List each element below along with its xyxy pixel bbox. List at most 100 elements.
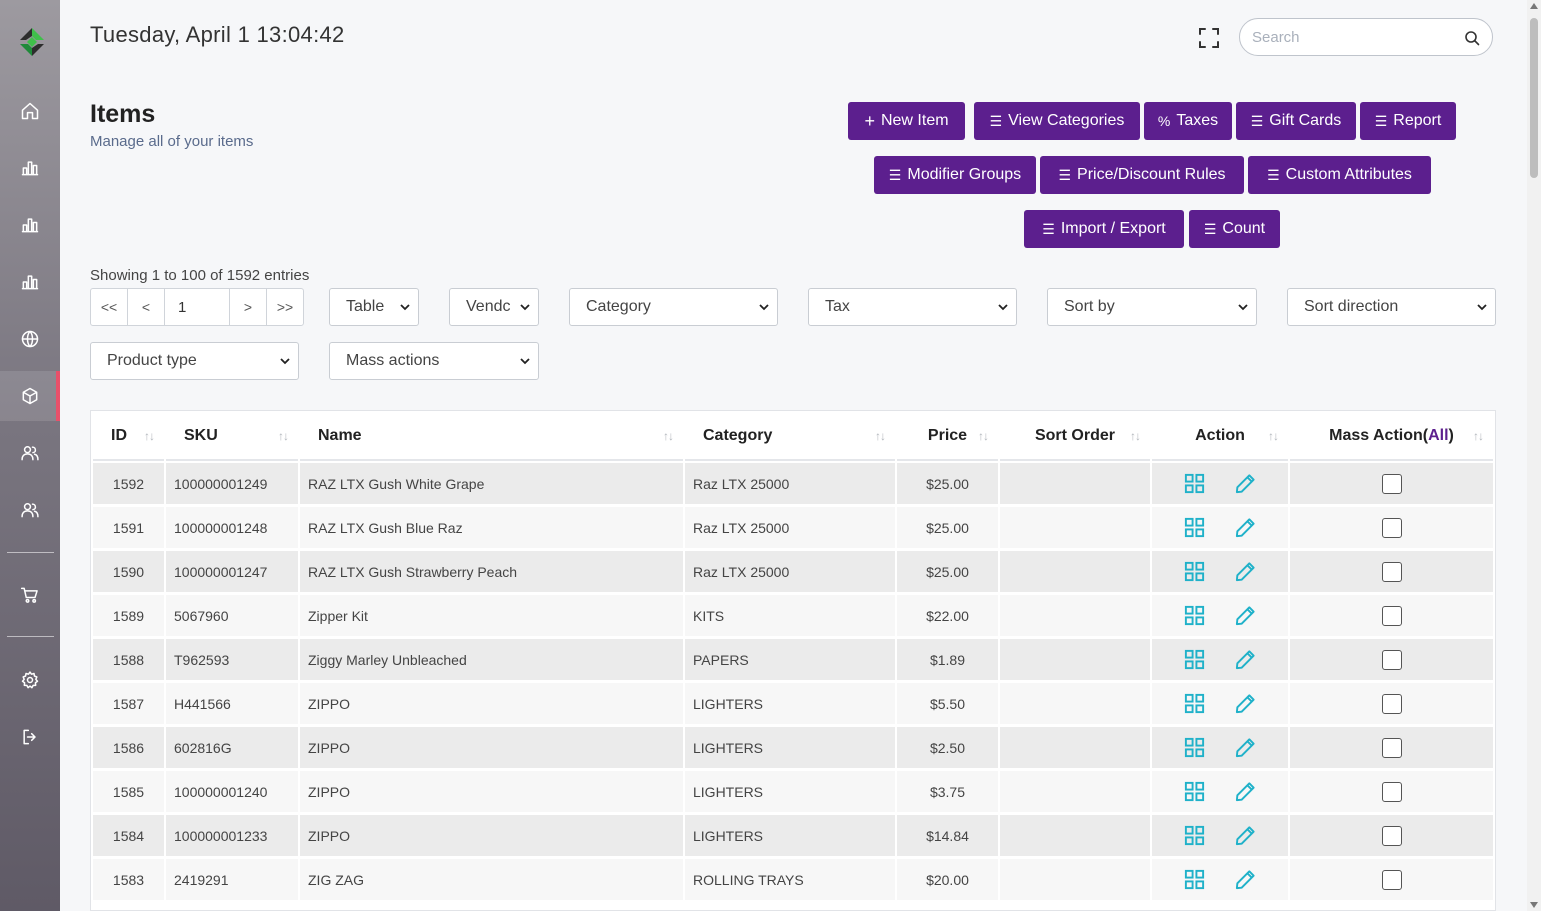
grid-icon[interactable]: [1183, 780, 1206, 803]
scroll-up-icon[interactable]: [1530, 3, 1538, 9]
grid-icon[interactable]: [1183, 560, 1206, 583]
cell-id: 1586: [93, 727, 164, 769]
grid-icon[interactable]: [1183, 516, 1206, 539]
sidebar-item-logout[interactable]: [0, 712, 60, 762]
column-header-sort-order[interactable]: Sort Order ↑↓: [1000, 413, 1150, 461]
view-categories-button[interactable]: ☰ View Categories: [974, 102, 1140, 140]
list-icon: ☰: [1042, 220, 1055, 237]
cell-mass-action: [1290, 507, 1493, 549]
search-input[interactable]: [1252, 27, 1452, 47]
cell-id: 1591: [93, 507, 164, 549]
cell-name: RAZ LTX Gush Strawberry Peach: [300, 551, 683, 593]
sort-by-select[interactable]: Sort by: [1047, 288, 1257, 326]
row-select-checkbox[interactable]: [1381, 561, 1402, 582]
row-select-checkbox[interactable]: [1381, 737, 1402, 758]
modifier-groups-button[interactable]: ☰ Modifier Groups: [874, 156, 1036, 194]
pencil-icon[interactable]: [1234, 472, 1257, 495]
row-select-checkbox[interactable]: [1381, 517, 1402, 538]
product-type-select[interactable]: Product type: [90, 342, 299, 380]
cell-sort-order: [1000, 463, 1150, 505]
count-button[interactable]: ☰ Count: [1189, 210, 1280, 248]
search-icon[interactable]: [1464, 30, 1480, 46]
prev-page-button[interactable]: <: [127, 288, 165, 326]
sidebar-item-online[interactable]: [0, 314, 60, 364]
sidebar-item-home[interactable]: [0, 86, 60, 136]
sidebar-item-settings[interactable]: [0, 655, 60, 705]
cell-id: 1588: [93, 639, 164, 681]
pencil-icon[interactable]: [1234, 824, 1257, 847]
cell-price: $5.50: [897, 683, 998, 725]
column-header-sku[interactable]: SKU ↑↓: [166, 413, 298, 461]
sidebar-item-sales[interactable]: [0, 570, 60, 620]
grid-icon[interactable]: [1183, 692, 1206, 715]
row-select-checkbox[interactable]: [1381, 605, 1402, 626]
vendor-select[interactable]: Vendc: [449, 288, 539, 326]
grid-icon[interactable]: [1183, 648, 1206, 671]
pencil-icon[interactable]: [1234, 648, 1257, 671]
scroll-down-icon[interactable]: [1530, 902, 1538, 908]
row-select-checkbox[interactable]: [1381, 781, 1402, 802]
fullscreen-icon[interactable]: [1198, 27, 1220, 49]
first-page-button[interactable]: <<: [90, 288, 128, 326]
cell-category: ROLLING TRAYS: [685, 859, 895, 901]
column-header-id[interactable]: ID ↑↓: [93, 413, 164, 461]
report-button[interactable]: ☰ Report: [1360, 102, 1456, 140]
select-all-link[interactable]: All: [1428, 427, 1448, 444]
pencil-icon[interactable]: [1234, 868, 1257, 891]
grid-icon[interactable]: [1183, 824, 1206, 847]
gift-cards-button[interactable]: ☰ Gift Cards: [1236, 102, 1356, 140]
cell-category: LIGHTERS: [685, 683, 895, 725]
sidebar-item-items[interactable]: [0, 371, 60, 421]
cell-name: RAZ LTX Gush Blue Raz: [300, 507, 683, 549]
column-header-action[interactable]: Action ↑↓: [1152, 413, 1288, 461]
sort-direction-select[interactable]: Sort direction: [1287, 288, 1496, 326]
pencil-icon[interactable]: [1234, 604, 1257, 627]
scrollbar-thumb[interactable]: [1530, 18, 1538, 178]
next-page-button[interactable]: >: [229, 288, 267, 326]
pencil-icon[interactable]: [1234, 560, 1257, 583]
sidebar-item-customers[interactable]: [0, 428, 60, 478]
row-select-checkbox[interactable]: [1381, 869, 1402, 890]
pencil-icon[interactable]: [1234, 736, 1257, 759]
pencil-icon[interactable]: [1234, 516, 1257, 539]
page-scrollbar[interactable]: [1527, 0, 1541, 911]
pencil-icon[interactable]: [1234, 780, 1257, 803]
pencil-icon[interactable]: [1234, 692, 1257, 715]
cell-sort-order: [1000, 771, 1150, 813]
mass-actions-select[interactable]: Mass actions: [329, 342, 539, 380]
grid-icon[interactable]: [1183, 868, 1206, 891]
sort-arrows-icon: ↑↓: [278, 429, 289, 443]
sidebar-item-reports-1[interactable]: [0, 143, 60, 193]
page-number-input[interactable]: [164, 288, 230, 326]
taxes-button[interactable]: % Taxes: [1144, 102, 1232, 140]
import-export-button[interactable]: ☰ Import / Export: [1024, 210, 1184, 248]
price-discount-rules-button[interactable]: ☰ Price/Discount Rules: [1040, 156, 1244, 194]
row-select-checkbox[interactable]: [1381, 649, 1402, 670]
row-select-checkbox[interactable]: [1381, 473, 1402, 494]
view-mode-select[interactable]: Table: [329, 288, 419, 326]
cell-sku: 100000001240: [166, 771, 298, 813]
category-select[interactable]: Category: [569, 288, 778, 326]
grid-icon[interactable]: [1183, 604, 1206, 627]
search-box: [1239, 18, 1493, 56]
grid-icon[interactable]: [1183, 736, 1206, 759]
tax-select[interactable]: Tax: [808, 288, 1017, 326]
column-header-name[interactable]: Name ↑↓: [300, 413, 683, 461]
sort-arrows-icon: ↑↓: [1130, 429, 1141, 443]
cell-mass-action: [1290, 771, 1493, 813]
row-select-checkbox[interactable]: [1381, 825, 1402, 846]
sidebar-item-employees[interactable]: [0, 485, 60, 535]
table-header-row: ID ↑↓ SKU ↑↓ Name ↑↓ Category ↑↓ Price ↑↓ Sor…: [93, 413, 1493, 461]
custom-attributes-button[interactable]: ☰ Custom Attributes: [1248, 156, 1431, 194]
column-header-category[interactable]: Category ↑↓: [685, 413, 895, 461]
last-page-button[interactable]: >>: [266, 288, 304, 326]
sidebar-item-reports-3[interactable]: [0, 257, 60, 307]
row-select-checkbox[interactable]: [1381, 693, 1402, 714]
grid-icon[interactable]: [1183, 472, 1206, 495]
sidebar-item-reports-2[interactable]: [0, 200, 60, 250]
table-row: 1586 602816G ZIPPO LIGHTERS $2.50: [93, 727, 1493, 769]
new-item-button[interactable]: + New Item: [848, 102, 965, 140]
logo-icon[interactable]: [16, 26, 48, 58]
cell-actions: [1152, 639, 1288, 681]
column-header-price[interactable]: Price ↑↓: [897, 413, 998, 461]
